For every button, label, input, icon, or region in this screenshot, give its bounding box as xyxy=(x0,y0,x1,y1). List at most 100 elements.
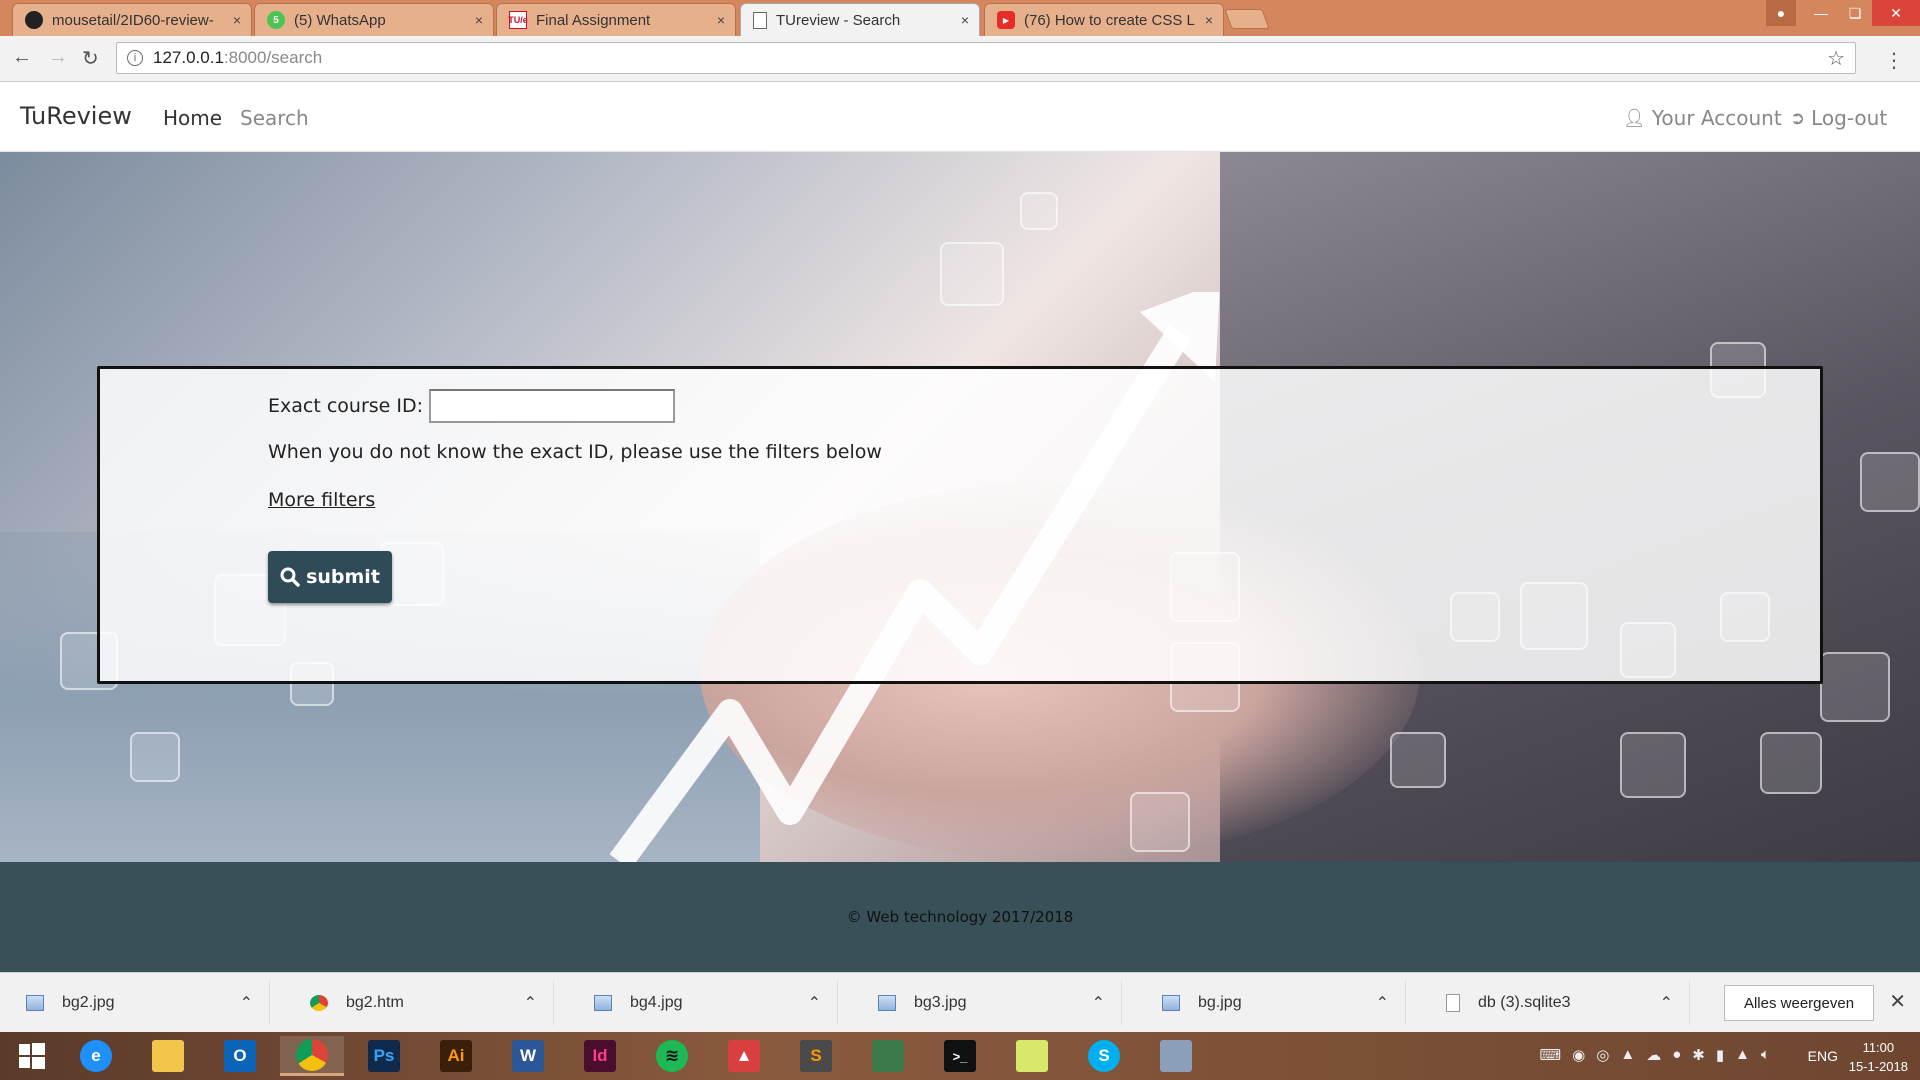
nav-logout[interactable]: ➲ Log-out xyxy=(1790,106,1887,130)
search-form-panel: Exact course ID: When you do not know th… xyxy=(97,366,1823,684)
tab-title: (76) How to create CSS L xyxy=(1024,11,1195,29)
chevron-up-icon[interactable]: ⌃ xyxy=(1092,993,1105,1013)
volume-icon[interactable]: 🔈︎ xyxy=(1761,1046,1770,1064)
sublime-text-icon[interactable]: S xyxy=(784,1036,848,1076)
download-item[interactable]: bg.jpg ⌃ xyxy=(1136,981,1406,1025)
chevron-up-icon[interactable]: ⌃ xyxy=(808,993,821,1013)
popcorn-time-icon[interactable]: ▲ xyxy=(712,1036,776,1076)
bookmark-star-icon[interactable]: ☆ xyxy=(1827,46,1845,71)
cloud-icon[interactable]: ☁ xyxy=(1646,1046,1661,1064)
decor-square xyxy=(1390,732,1446,788)
chevron-up-icon[interactable]: ⌃ xyxy=(240,993,253,1013)
submit-button[interactable]: submit xyxy=(268,551,392,603)
download-item[interactable]: bg3.jpg ⌃ xyxy=(852,981,1122,1025)
tray-app-icon[interactable]: ◎ xyxy=(1596,1046,1609,1064)
skype-icon[interactable]: S xyxy=(1072,1036,1136,1076)
app-glyph: e xyxy=(80,1040,112,1072)
chevron-up-icon[interactable]: ⌃ xyxy=(1660,993,1673,1013)
keyboard-icon[interactable]: ⌨ xyxy=(1540,1046,1562,1064)
chrome-icon[interactable] xyxy=(280,1036,344,1076)
app-glyph: Id xyxy=(584,1040,616,1072)
system-tray: ⌨ ◉ ◎ ▲ ☁ ● ✱ ▮ ▲ 🔈︎ xyxy=(1540,1046,1770,1064)
language-indicator[interactable]: ENG xyxy=(1808,1048,1838,1064)
app-glyph xyxy=(152,1040,184,1072)
reload-icon[interactable]: ↻ xyxy=(82,46,99,71)
maximize-icon[interactable]: ❏ xyxy=(1838,0,1872,26)
tab-github[interactable]: mousetail/2ID60-review- × xyxy=(12,3,252,36)
user-icon: 👤︎ xyxy=(1623,107,1646,129)
tray-app-icon[interactable]: ◉ xyxy=(1572,1046,1585,1064)
user-profile-icon[interactable]: ● xyxy=(1766,0,1796,26)
tray-app-icon[interactable]: ● xyxy=(1672,1046,1681,1064)
image-file-icon xyxy=(1162,995,1180,1011)
chevron-up-icon[interactable]: ⌃ xyxy=(524,993,537,1013)
tab-close-icon[interactable]: × xyxy=(1205,12,1213,28)
app-glyph: S xyxy=(1088,1040,1120,1072)
github-icon xyxy=(25,11,43,29)
download-item[interactable]: bg2.jpg ⌃ xyxy=(0,981,270,1025)
system-clock[interactable]: 11:00 15-1-2018 xyxy=(1849,1038,1908,1076)
calculator-icon[interactable] xyxy=(1144,1036,1208,1076)
new-tab-button[interactable] xyxy=(1224,9,1270,29)
clock-date: 15-1-2018 xyxy=(1848,1059,1908,1074)
close-downloads-icon[interactable]: ✕ xyxy=(1889,989,1906,1014)
task-switch-icon[interactable] xyxy=(856,1036,920,1076)
image-file-icon xyxy=(878,995,896,1011)
download-item[interactable]: bg4.jpg ⌃ xyxy=(568,981,838,1025)
site-brand[interactable]: TuReview xyxy=(20,102,132,130)
show-all-downloads-button[interactable]: Alles weergeven xyxy=(1724,985,1874,1021)
nav-your-account[interactable]: 👤︎ Your Account xyxy=(1623,106,1782,130)
close-window-icon[interactable]: ✕ xyxy=(1872,0,1920,26)
battery-icon[interactable]: ▮ xyxy=(1716,1046,1724,1064)
minimize-icon[interactable]: — xyxy=(1804,0,1838,26)
nav-search[interactable]: Search xyxy=(240,106,309,130)
back-icon[interactable]: ← xyxy=(12,46,32,69)
tab-youtube[interactable]: ▶ (76) How to create CSS L × xyxy=(984,3,1224,36)
file-explorer-icon[interactable] xyxy=(136,1036,200,1076)
download-item-name: bg4.jpg xyxy=(630,994,683,1011)
tab-close-icon[interactable]: × xyxy=(717,12,725,28)
tab-whatsapp[interactable]: 5 (5) WhatsApp × xyxy=(254,3,494,36)
internet-explorer-icon[interactable]: e xyxy=(64,1036,128,1076)
download-item[interactable]: bg2.htm ⌃ xyxy=(284,981,554,1025)
photoshop-icon[interactable]: Ps xyxy=(352,1036,416,1076)
tab-close-icon[interactable]: × xyxy=(961,12,969,28)
url-host: 127.0.0.1 xyxy=(153,48,224,67)
bluetooth-icon[interactable]: ✱ xyxy=(1692,1046,1705,1064)
nav-home[interactable]: Home xyxy=(163,106,222,130)
course-id-row: Exact course ID: xyxy=(268,389,676,423)
tab-tureview-search[interactable]: TUreview - Search × xyxy=(740,3,980,36)
download-item-name: bg.jpg xyxy=(1198,994,1242,1011)
address-bar[interactable]: i 127.0.0.1:8000/search ☆ xyxy=(116,42,1856,74)
outlook-icon[interactable]: O xyxy=(208,1036,272,1076)
download-item-name: bg2.jpg xyxy=(62,994,115,1011)
info-icon[interactable]: i xyxy=(127,50,143,66)
tab-final-assignment[interactable]: TU/e Final Assignment × xyxy=(496,3,736,36)
indesign-icon[interactable]: Id xyxy=(568,1036,632,1076)
download-item[interactable]: db (3).sqlite3 ⌃ xyxy=(1420,981,1690,1025)
app-glyph: ≋ xyxy=(656,1040,688,1072)
nav-logout-label: Log-out xyxy=(1811,106,1888,130)
network-icon[interactable]: ▲ xyxy=(1735,1046,1750,1064)
decor-square xyxy=(1820,652,1890,722)
word-icon[interactable]: W xyxy=(496,1036,560,1076)
illustrator-icon[interactable]: Ai xyxy=(424,1036,488,1076)
sticky-notes-icon[interactable] xyxy=(1000,1036,1064,1076)
browser-menu-icon[interactable]: ⋮ xyxy=(1884,48,1904,73)
terminal-icon[interactable]: >_ xyxy=(928,1036,992,1076)
chevron-up-icon[interactable]: ⌃ xyxy=(1376,993,1389,1013)
spotify-icon[interactable]: ≋ xyxy=(640,1036,704,1076)
forward-icon[interactable]: → xyxy=(48,46,68,69)
tray-app-icon[interactable]: ▲ xyxy=(1620,1046,1635,1064)
windows-start-icon[interactable] xyxy=(0,1036,64,1076)
app-glyph: O xyxy=(224,1040,256,1072)
site-footer: © Web technology 2017/2018 xyxy=(0,862,1920,972)
page-icon xyxy=(753,11,767,29)
more-filters-link[interactable]: More filters xyxy=(268,489,375,511)
course-id-label: Exact course ID: xyxy=(268,395,424,417)
window-controls: ● — ❏ ✕ xyxy=(1766,0,1920,26)
app-glyph: W xyxy=(512,1040,544,1072)
course-id-input[interactable] xyxy=(429,389,676,423)
tab-close-icon[interactable]: × xyxy=(233,12,241,28)
tab-close-icon[interactable]: × xyxy=(475,12,483,28)
